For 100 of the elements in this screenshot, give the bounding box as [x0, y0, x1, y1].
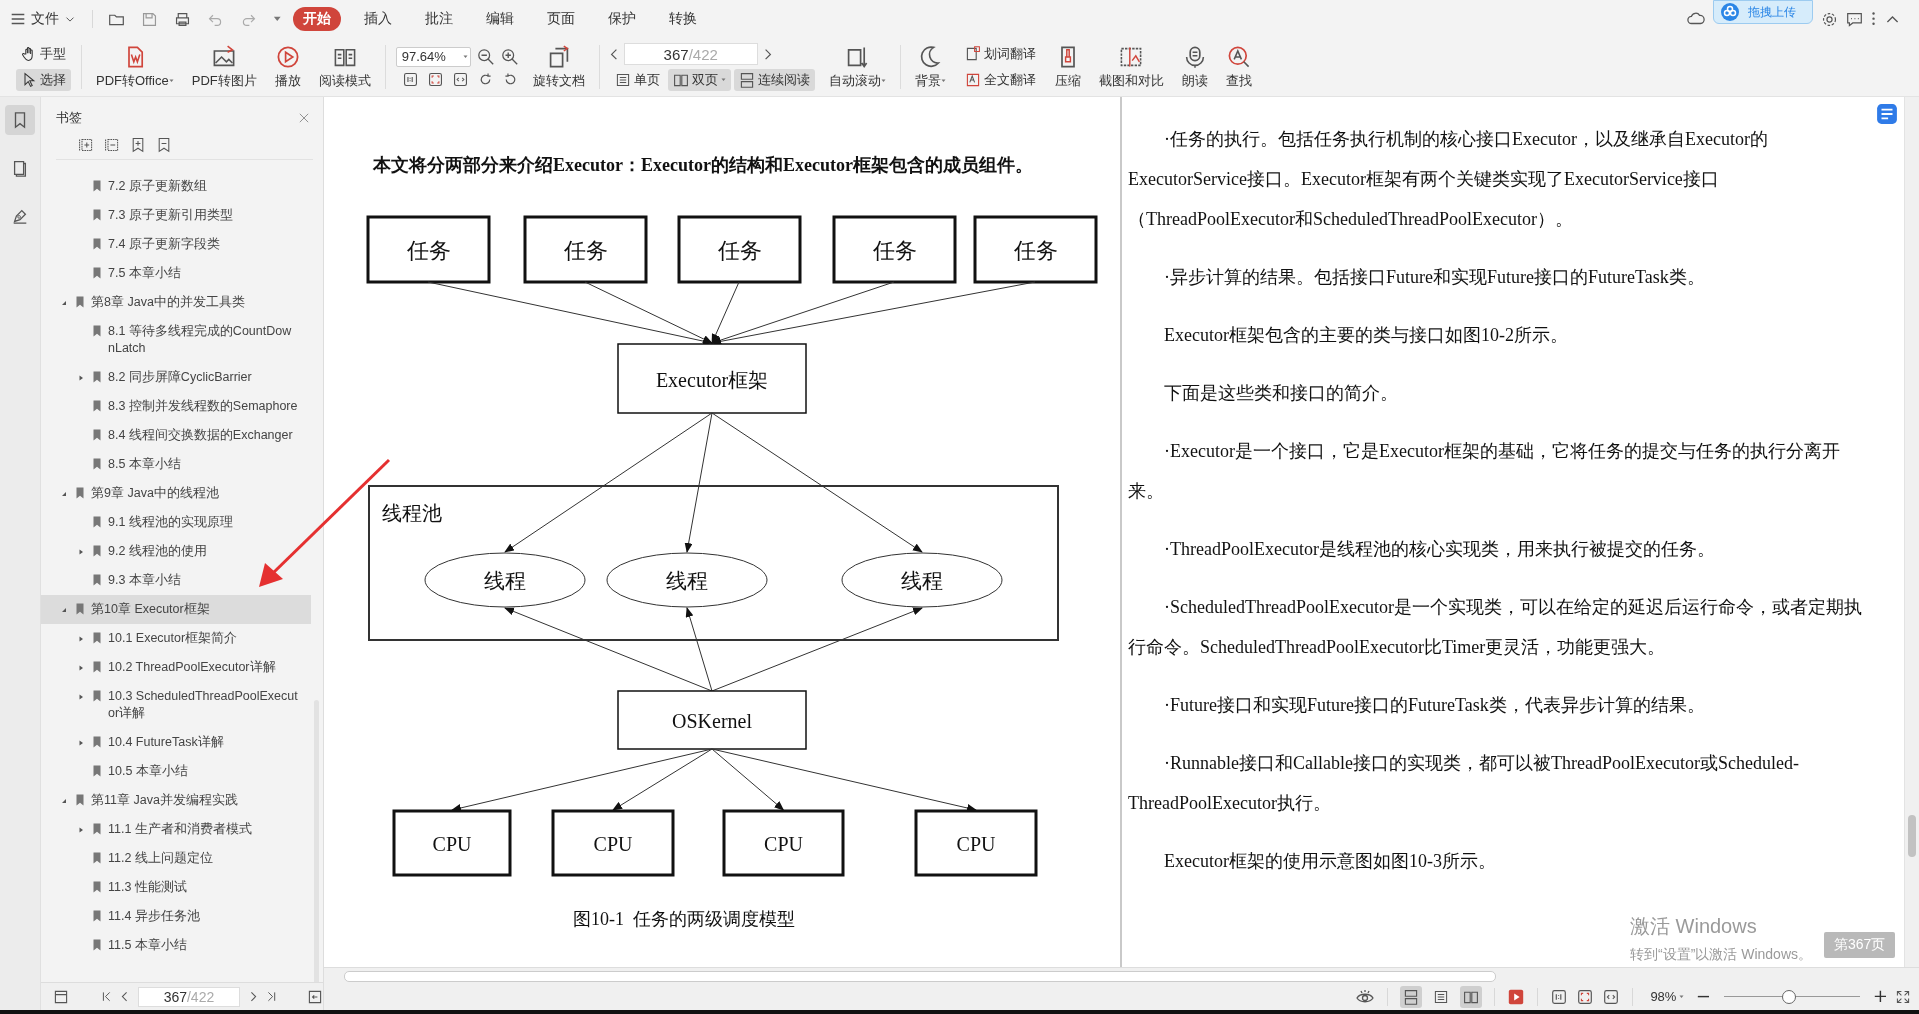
bookmark-item[interactable]: 第8章 Java中的并发工具类: [41, 288, 311, 317]
pdf-to-office-button[interactable]: PDF转Office: [92, 44, 178, 90]
bookmark-item[interactable]: 11.4 异步任务池: [41, 902, 311, 931]
thread-ellipse: 线程: [606, 552, 768, 608]
panel-toggle-button[interactable]: [53, 988, 69, 1005]
previous-page-button[interactable]: [609, 47, 618, 61]
actual-size-button[interactable]: [401, 70, 419, 88]
bookmark-item[interactable]: 8.5 本章小结: [41, 450, 311, 479]
zoom-in-button[interactable]: [500, 47, 519, 66]
play-button[interactable]: [1507, 987, 1526, 1006]
add-bookmark-button[interactable]: [130, 137, 146, 153]
ribbon-tab[interactable]: 页面: [536, 7, 585, 31]
bookmark-item[interactable]: 8.3 控制并发线程数的Semaphore: [41, 392, 311, 421]
bookmark-item[interactable]: 7.3 原子更新引用类型: [41, 201, 311, 230]
find-button[interactable]: 查找: [1221, 44, 1256, 90]
bookmark-item[interactable]: 11.2 线上问题定位: [41, 844, 311, 873]
thread-ellipse: 线程: [424, 552, 586, 608]
page-field[interactable]: 367/422: [138, 986, 240, 1007]
scrollbar[interactable]: [344, 971, 1496, 983]
exit-button[interactable]: [307, 988, 323, 1005]
ribbon-tab[interactable]: 插入: [353, 7, 402, 31]
slider-thumb[interactable]: [1782, 989, 1797, 1004]
file-menu[interactable]: 文件: [4, 7, 82, 31]
bookmark-item[interactable]: 10.3 ScheduledThreadPoolExecutor详解: [41, 682, 311, 728]
word-translate-button[interactable]: 划词翻译: [959, 43, 1041, 65]
bookmark-item[interactable]: 11.3 性能测试: [41, 873, 311, 902]
continuous-reading-icon: [738, 72, 755, 88]
collapse-all-button[interactable]: [104, 137, 120, 153]
view-mode-button[interactable]: [1400, 985, 1423, 1008]
double-page-button[interactable]: 双页: [667, 69, 731, 91]
ribbon-tab[interactable]: 转换: [658, 7, 707, 31]
bookmark-item[interactable]: 7.4 原子更新字段类: [41, 230, 311, 259]
zoom-out-button[interactable]: [1697, 994, 1711, 999]
ribbon-tab[interactable]: 批注: [414, 7, 463, 31]
background-button[interactable]: 背景: [910, 44, 950, 90]
bookmark-item[interactable]: 7.2 原子更新数组: [41, 172, 311, 201]
first-page-button[interactable]: [102, 990, 112, 1003]
pdf-to-image-button[interactable]: PDF转图片: [187, 44, 261, 90]
fit-page-button[interactable]: [426, 70, 444, 88]
caret-icon: [720, 78, 726, 82]
bookmark-item[interactable]: 9.3 本章小结: [41, 566, 311, 595]
body-paragraph: Executor框架的使用示意图如图10-3所示。: [1163, 850, 1497, 873]
zoom-in-button[interactable]: [1874, 990, 1887, 1003]
bookmark-item[interactable]: 11.1 生产者和消费者模式: [41, 815, 311, 844]
bookmark-item[interactable]: 10.5 本章小结: [41, 757, 311, 786]
view-mode-button[interactable]: [1460, 985, 1483, 1008]
select-tool-button[interactable]: 选择: [16, 69, 71, 91]
continuous-reading-button[interactable]: 连续阅读: [733, 69, 815, 91]
bookmark-item[interactable]: 9.1 线程池的实现原理: [41, 508, 311, 537]
bookmark-item[interactable]: 8.4 线程间交换数据的Exchanger: [41, 421, 311, 450]
bookmark-item[interactable]: 8.1 等待多线程完成的CountDownLatch: [41, 317, 311, 363]
bookmark-item[interactable]: 10.1 Executor框架简介: [41, 624, 311, 653]
zoom-dropdown[interactable]: 98%: [1645, 987, 1690, 1006]
page-field[interactable]: 367/422: [623, 43, 758, 65]
zoom-field[interactable]: 97.64%: [395, 46, 471, 67]
bookmark-item[interactable]: 第9章 Java中的线程池: [41, 479, 311, 508]
bookmarks-panel-button[interactable]: [5, 105, 35, 135]
play-button[interactable]: 播放: [270, 44, 305, 90]
last-page-button[interactable]: [266, 990, 276, 1003]
bookmark-item[interactable]: 第10章 Executor框架: [41, 595, 311, 624]
fit-width-button[interactable]: [451, 70, 469, 88]
save-icon: [141, 10, 158, 28]
bookmark-item[interactable]: 10.2 ThreadPoolExecutor详解: [41, 653, 311, 682]
next-icon: [763, 47, 772, 61]
reading-mode-button[interactable]: 阅读模式: [314, 44, 375, 90]
close-button[interactable]: [297, 111, 311, 125]
fullscreen-button[interactable]: [1895, 988, 1911, 1005]
bookmark-item[interactable]: 第11章 Java并发编程实践: [41, 786, 311, 815]
compress-button[interactable]: 压缩: [1050, 44, 1085, 90]
remove-bookmark-button[interactable]: [156, 137, 172, 153]
expand-all-button[interactable]: [78, 137, 94, 153]
ribbon-tab[interactable]: 保护: [597, 7, 646, 31]
previous-page-button[interactable]: [121, 990, 129, 1003]
read-aloud-button[interactable]: 朗读: [1177, 44, 1212, 90]
rotate-document-button[interactable]: 旋转文档: [528, 44, 589, 90]
next-icon: [249, 990, 257, 1003]
single-page-button[interactable]: 单页: [609, 69, 665, 91]
next-page-button[interactable]: [763, 47, 772, 61]
auto-scroll-button[interactable]: 自动滚动: [824, 44, 890, 90]
screenshot-compare-button[interactable]: 截图和对比: [1094, 44, 1168, 90]
collapse-all-icon: [104, 137, 120, 153]
bookmark-item[interactable]: 7.5 本章小结: [41, 259, 311, 288]
ribbon-tab[interactable]: 开始: [292, 7, 341, 31]
fullscreen-icon: [1895, 988, 1911, 1005]
ribbon-tab[interactable]: 编辑: [475, 7, 524, 31]
bookmark-item[interactable]: 11.5 本章小结: [41, 931, 311, 960]
play-icon: [275, 44, 300, 69]
bookmark-item[interactable]: 8.2 同步屏障CyclicBarrier: [41, 363, 311, 392]
print-icon: [174, 10, 191, 28]
comment-icon: [1845, 10, 1863, 28]
bookmark-item[interactable]: 10.4 FutureTask详解: [41, 728, 311, 757]
scrollbar[interactable]: [1908, 815, 1916, 857]
hand-tool-button[interactable]: 手型: [16, 43, 71, 65]
zoom-out-button[interactable]: [476, 47, 495, 66]
task-box: 任务: [523, 215, 648, 284]
bookmark-item[interactable]: 9.2 线程池的使用: [41, 537, 311, 566]
full-translate-button[interactable]: 全文翻译: [959, 69, 1041, 91]
next-page-button[interactable]: [249, 990, 257, 1003]
panel-title: 书签: [56, 109, 82, 127]
expand-all-icon: [78, 137, 94, 153]
